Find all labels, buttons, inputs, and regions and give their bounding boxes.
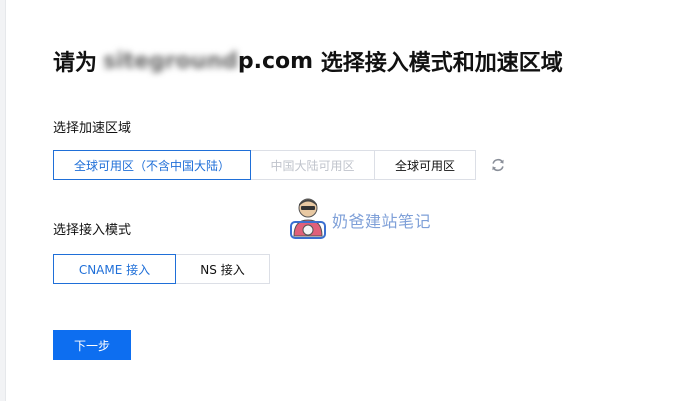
left-panel-edge xyxy=(0,0,6,401)
title-suffix-text: 选择接入模式和加速区域 xyxy=(320,51,563,76)
avatar-icon xyxy=(288,196,328,244)
page-title: 请为 siteground p.com 选择接入模式和加速区域 xyxy=(53,44,563,78)
mode-section-label: 选择接入模式 xyxy=(53,223,132,238)
blurred-domain: siteground xyxy=(103,48,238,74)
region-option-global-excl-cn[interactable]: 全球可用区（不含中国大陆） xyxy=(53,150,251,180)
title-suffix: 选择接入模式和加速区域 xyxy=(313,45,563,77)
mode-option-ns[interactable]: NS 接入 xyxy=(175,254,270,284)
watermark: 奶爸建站笔记 xyxy=(288,196,431,244)
region-section-label: 选择加速区域 xyxy=(53,121,132,136)
title-prefix: 请为 xyxy=(53,51,98,76)
next-step-button[interactable]: 下一步 xyxy=(53,330,131,360)
domain-tail: p.com xyxy=(237,48,314,74)
access-mode-selector: CNAME 接入 NS 接入 xyxy=(53,254,270,284)
region-option-global[interactable]: 全球可用区 xyxy=(374,150,476,180)
region-selector: 全球可用区（不含中国大陆） 中国大陆可用区 全球可用区 xyxy=(53,150,476,180)
mode-option-cname[interactable]: CNAME 接入 xyxy=(53,254,176,284)
watermark-text: 奶爸建站笔记 xyxy=(332,212,432,231)
region-option-mainland-china: 中国大陆可用区 xyxy=(250,150,375,180)
refresh-icon[interactable] xyxy=(490,157,506,173)
